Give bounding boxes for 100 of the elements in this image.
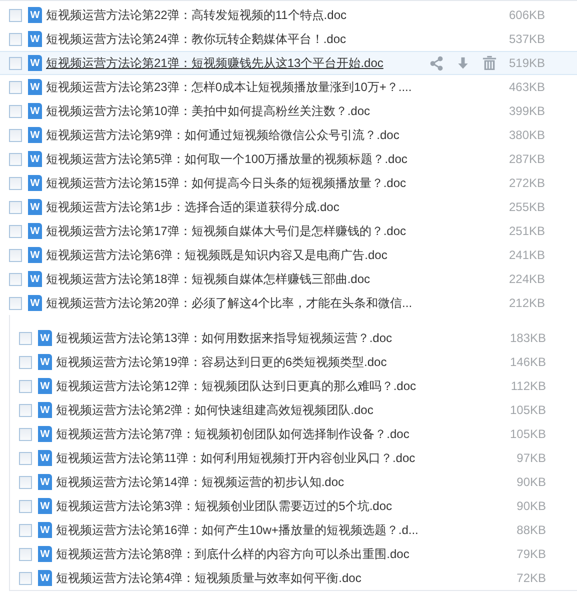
file-row[interactable]: W 短视频运营方法论第12弹：短视频团队达到日更真的那么难吗？.doc 112KB (10, 374, 577, 398)
file-size: 146KB (508, 355, 546, 369)
checkbox[interactable] (19, 380, 32, 392)
file-size: 212KB (508, 296, 545, 310)
checkbox[interactable] (19, 404, 32, 416)
file-row[interactable]: W 短视频运营方法论第6弹：短视频既是知识内容又是电商广告.doc 241KB (0, 243, 577, 267)
file-row[interactable]: W 短视频运营方法论第3弹：短视频创业团队需要迈过的5个坑.doc 90KB (10, 494, 577, 518)
file-size: 241KB (508, 248, 545, 262)
checkbox[interactable] (9, 272, 22, 286)
file-name[interactable]: 短视频运营方法论第7弹：短视频初创团队如何选择制作设备？.doc (56, 426, 430, 442)
file-row[interactable]: W 短视频运营方法论第15弹：如何提高今日头条的短视频播放量？.doc 272KB (0, 171, 577, 195)
delete-icon[interactable] (482, 55, 497, 71)
file-size: 79KB (516, 547, 546, 561)
word-document-icon: W (38, 450, 52, 466)
checkbox[interactable] (9, 296, 22, 310)
word-document-icon: W (38, 354, 52, 370)
file-name[interactable]: 短视频运营方法论第21弹：短视频赚钱先从这13个平台开始.doc (46, 55, 429, 71)
file-name[interactable]: 短视频运营方法论第23弹：怎样0成本让短视频播放量涨到10万+？.... (46, 79, 429, 95)
checkbox[interactable] (19, 500, 32, 512)
checkbox[interactable] (19, 452, 32, 464)
checkbox[interactable] (9, 104, 22, 118)
file-name[interactable]: 短视频运营方法论第12弹：短视频团队达到日更真的那么难吗？.doc (56, 378, 430, 394)
file-size: 463KB (508, 80, 545, 94)
file-row[interactable]: W 短视频运营方法论第17弹：短视频自媒体大号们是怎样赚钱的？.doc 251KB (0, 219, 577, 243)
file-name[interactable]: 短视频运营方法论第4弹：短视频质量与效率如何平衡.doc (56, 570, 430, 586)
word-document-icon: W (38, 546, 52, 562)
file-row[interactable]: W 短视频运营方法论第8弹：到底什么样的内容方向可以杀出重围.doc 79KB (10, 542, 577, 566)
download-icon[interactable] (456, 56, 470, 70)
word-document-icon: W (38, 426, 52, 442)
checkbox[interactable] (19, 428, 32, 440)
checkbox[interactable] (19, 572, 32, 584)
word-document-icon: W (28, 247, 42, 263)
file-row[interactable]: W 短视频运营方法论第4弹：短视频质量与效率如何平衡.doc 72KB (10, 566, 577, 590)
checkbox[interactable] (9, 128, 22, 142)
checkbox[interactable] (19, 524, 32, 536)
file-name[interactable]: 短视频运营方法论第13弹：如何用数据来指导短视频运营？.doc (56, 330, 430, 346)
file-name[interactable]: 短视频运营方法论第11弹：如何利用短视频打开内容创业风口？.doc (56, 450, 430, 466)
word-document-icon: W (38, 570, 52, 586)
file-size: 183KB (508, 331, 546, 345)
file-row[interactable]: W 短视频运营方法论第13弹：如何用数据来指导短视频运营？.doc 183KB (10, 326, 577, 350)
file-size: 399KB (508, 104, 545, 118)
file-row[interactable]: W 短视频运营方法论第24弹：教你玩转企鹅媒体平台！.doc 537KB (0, 27, 577, 51)
file-name[interactable]: 短视频运营方法论第15弹：如何提高今日头条的短视频播放量？.doc (46, 175, 429, 191)
file-name[interactable]: 短视频运营方法论第8弹：到底什么样的内容方向可以杀出重围.doc (56, 546, 430, 562)
checkbox[interactable] (9, 152, 22, 166)
checkbox[interactable] (19, 356, 32, 368)
share-icon[interactable] (429, 56, 444, 70)
file-size: 519KB (508, 56, 545, 70)
word-document-icon: W (28, 7, 42, 23)
checkbox[interactable] (9, 80, 22, 94)
word-document-icon: W (28, 55, 42, 71)
file-size: 105KB (508, 427, 546, 441)
file-size: 112KB (510, 379, 546, 393)
file-name[interactable]: 短视频运营方法论第3弹：短视频创业团队需要迈过的5个坑.doc (56, 498, 430, 514)
file-row[interactable]: W 短视频运营方法论第20弹：必须了解这4个比率，才能在头条和微信... 212KB (0, 291, 577, 315)
file-row[interactable]: W 短视频运营方法论第16弹：如何产生10w+播放量的短视频选题？.d... 88KB (10, 518, 577, 542)
checkbox[interactable] (9, 8, 22, 22)
file-name[interactable]: 短视频运营方法论第1步：选择合适的渠道获得分成.doc (46, 199, 429, 215)
checkbox[interactable] (9, 176, 22, 190)
file-name[interactable]: 短视频运营方法论第16弹：如何产生10w+播放量的短视频选题？.d... (56, 522, 430, 538)
file-name[interactable]: 短视频运营方法论第2弹：如何快速组建高效短视频团队.doc (56, 402, 430, 418)
checkbox[interactable] (9, 56, 22, 70)
file-size: 105KB (508, 403, 546, 417)
file-row[interactable]: W 短视频运营方法论第1步：选择合适的渠道获得分成.doc 255KB (0, 195, 577, 219)
word-document-icon: W (38, 522, 52, 538)
checkbox[interactable] (9, 248, 22, 262)
file-size: 537KB (508, 32, 545, 46)
word-document-icon: W (38, 402, 52, 418)
file-row[interactable]: W 短视频运营方法论第19弹：容易达到日更的6类短视频类型.doc 146KB (10, 350, 577, 374)
file-row[interactable]: W 短视频运营方法论第21弹：短视频赚钱先从这13个平台开始.doc 519KB (0, 51, 577, 75)
file-row[interactable]: W 短视频运营方法论第14弹：短视频运营的初步认知.doc 90KB (10, 470, 577, 494)
file-name[interactable]: 短视频运营方法论第17弹：短视频自媒体大号们是怎样赚钱的？.doc (46, 223, 429, 239)
checkbox[interactable] (19, 332, 32, 344)
file-row[interactable]: W 短视频运营方法论第2弹：如何快速组建高效短视频团队.doc 105KB (10, 398, 577, 422)
file-row[interactable]: W 短视频运营方法论第11弹：如何利用短视频打开内容创业风口？.doc 97KB (10, 446, 577, 470)
file-row[interactable]: W 短视频运营方法论第7弹：短视频初创团队如何选择制作设备？.doc 105KB (10, 422, 577, 446)
file-name[interactable]: 短视频运营方法论第20弹：必须了解这4个比率，才能在头条和微信... (46, 295, 429, 311)
file-name[interactable]: 短视频运营方法论第18弹：短视频自媒体怎样赚钱三部曲.doc (46, 271, 429, 287)
file-row[interactable]: W 短视频运营方法论第23弹：怎样0成本让短视频播放量涨到10万+？.... 463KB (0, 75, 577, 99)
word-document-icon: W (28, 103, 42, 119)
file-name[interactable]: 短视频运营方法论第10弹：美拍中如何提高粉丝关注数？.doc (46, 103, 429, 119)
checkbox[interactable] (9, 200, 22, 214)
checkbox[interactable] (19, 476, 32, 488)
file-name[interactable]: 短视频运营方法论第19弹：容易达到日更的6类短视频类型.doc (56, 354, 430, 370)
file-row[interactable]: W 短视频运营方法论第9弹：如何通过短视频给微信公众号引流？.doc 380KB (0, 123, 577, 147)
file-size: 90KB (516, 475, 546, 489)
file-row[interactable]: W 短视频运营方法论第18弹：短视频自媒体怎样赚钱三部曲.doc 224KB (0, 267, 577, 291)
word-document-icon: W (38, 378, 52, 394)
file-name[interactable]: 短视频运营方法论第6弹：短视频既是知识内容又是电商广告.doc (46, 247, 429, 263)
file-row[interactable]: W 短视频运营方法论第22弹：高转发短视频的11个特点.doc 606KB (0, 3, 577, 27)
file-name[interactable]: 短视频运营方法论第24弹：教你玩转企鹅媒体平台！.doc (46, 31, 429, 47)
checkbox[interactable] (9, 224, 22, 238)
file-name[interactable]: 短视频运营方法论第22弹：高转发短视频的11个特点.doc (46, 7, 429, 23)
file-name[interactable]: 短视频运营方法论第9弹：如何通过短视频给微信公众号引流？.doc (46, 127, 429, 143)
checkbox[interactable] (19, 548, 32, 560)
file-name[interactable]: 短视频运营方法论第14弹：短视频运营的初步认知.doc (56, 474, 430, 490)
file-name[interactable]: 短视频运营方法论第5弹：如何取一个100万播放量的视频标题？.doc (46, 151, 429, 167)
file-row[interactable]: W 短视频运营方法论第5弹：如何取一个100万播放量的视频标题？.doc 287KB (0, 147, 577, 171)
checkbox[interactable] (9, 32, 22, 46)
file-row[interactable]: W 短视频运营方法论第10弹：美拍中如何提高粉丝关注数？.doc 399KB (0, 99, 577, 123)
